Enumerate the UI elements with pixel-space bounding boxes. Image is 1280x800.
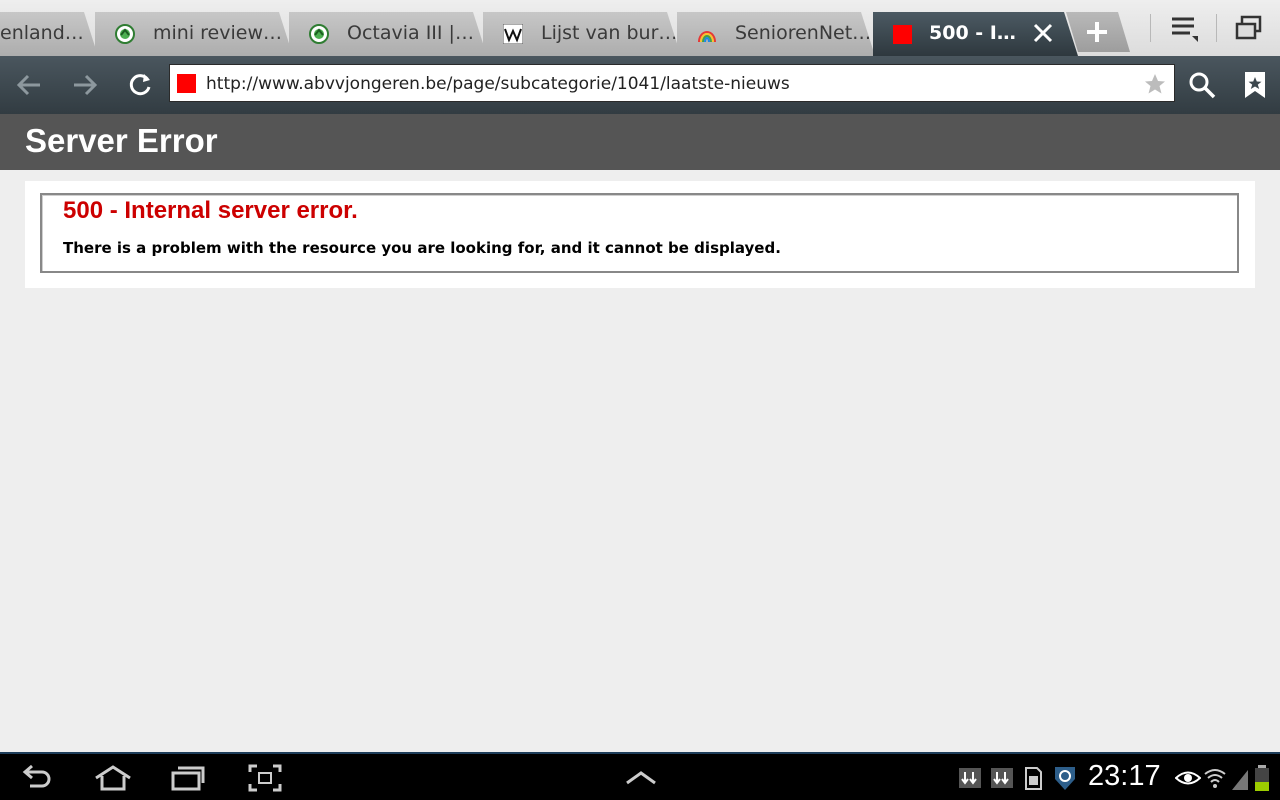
tab-5[interactable]: SeniorenNet… xyxy=(677,12,875,56)
chevron-up-icon[interactable] xyxy=(624,764,658,792)
site-favicon-icon xyxy=(177,74,196,93)
eye-icon xyxy=(1175,771,1201,785)
page-title: Server Error xyxy=(25,122,218,159)
location-shield-icon xyxy=(1055,767,1075,790)
tab-2[interactable]: mini review… xyxy=(95,12,293,56)
new-tab-button[interactable] xyxy=(1066,12,1130,52)
bookmarks-icon[interactable] xyxy=(1240,70,1270,100)
error-heading: 500 - Internal server error. xyxy=(63,197,358,224)
sd-card-icon xyxy=(1025,767,1042,790)
tab-5-title: SeniorenNet… xyxy=(735,22,872,44)
signal-icon xyxy=(1232,770,1248,790)
tab-overview-icon[interactable] xyxy=(1234,14,1264,44)
clock: 23:17 xyxy=(1088,760,1161,792)
search-icon[interactable] xyxy=(1187,70,1217,100)
back-icon[interactable] xyxy=(22,764,52,792)
close-tab-icon[interactable] xyxy=(1032,22,1054,44)
page-header: Server Error xyxy=(0,114,1280,170)
address-bar[interactable]: http://www.abvvjongeren.be/page/subcateg… xyxy=(169,64,1175,102)
reload-icon[interactable] xyxy=(125,70,155,100)
screenshot-icon[interactable] xyxy=(248,764,282,792)
home-icon[interactable] xyxy=(93,764,133,792)
tab-1-title: enland… xyxy=(0,22,84,44)
divider xyxy=(1216,14,1217,42)
tab-3-title: Octavia III |… xyxy=(347,22,474,44)
forward-arrow-icon[interactable] xyxy=(70,70,100,100)
error-detail: There is a problem with the resource you… xyxy=(63,239,781,257)
recent-apps-icon[interactable] xyxy=(170,764,206,792)
tab-1[interactable]: enland… xyxy=(0,12,98,56)
browser-toolbar: http://www.abvvjongeren.be/page/subcateg… xyxy=(0,56,1280,114)
skoda-favicon-icon xyxy=(309,24,329,44)
red-square-favicon-icon xyxy=(893,25,912,44)
system-navigation-bar: 23:17 xyxy=(0,752,1280,800)
tab-strip: enland… mini review… Octavia III |… Lijs… xyxy=(0,0,1280,56)
tab-2-title: mini review… xyxy=(153,22,282,44)
divider xyxy=(1150,14,1151,42)
tab-4[interactable]: Lijst van bur… xyxy=(483,12,681,56)
content-panel: 500 - Internal server error. There is a … xyxy=(25,181,1255,288)
error-box: 500 - Internal server error. There is a … xyxy=(40,193,1239,273)
wikipedia-favicon-icon xyxy=(503,24,523,44)
seniorennet-favicon-icon xyxy=(697,24,717,44)
back-arrow-icon[interactable] xyxy=(14,70,44,100)
battery-icon xyxy=(1255,765,1269,791)
wifi-icon xyxy=(1204,769,1226,788)
menu-list-icon[interactable] xyxy=(1170,14,1200,44)
tab-3[interactable]: Octavia III |… xyxy=(289,12,487,56)
tab-6-title: 500 - I… xyxy=(929,22,1016,44)
tab-4-title: Lijst van bur… xyxy=(541,22,678,44)
url-text[interactable]: http://www.abvvjongeren.be/page/subcateg… xyxy=(206,74,790,94)
tab-6-active[interactable]: 500 - I… xyxy=(873,12,1078,56)
plus-icon xyxy=(1085,20,1109,44)
download-icon xyxy=(959,768,981,788)
skoda-favicon-icon xyxy=(115,24,135,44)
star-icon[interactable] xyxy=(1144,73,1166,95)
download-icon xyxy=(991,768,1013,788)
